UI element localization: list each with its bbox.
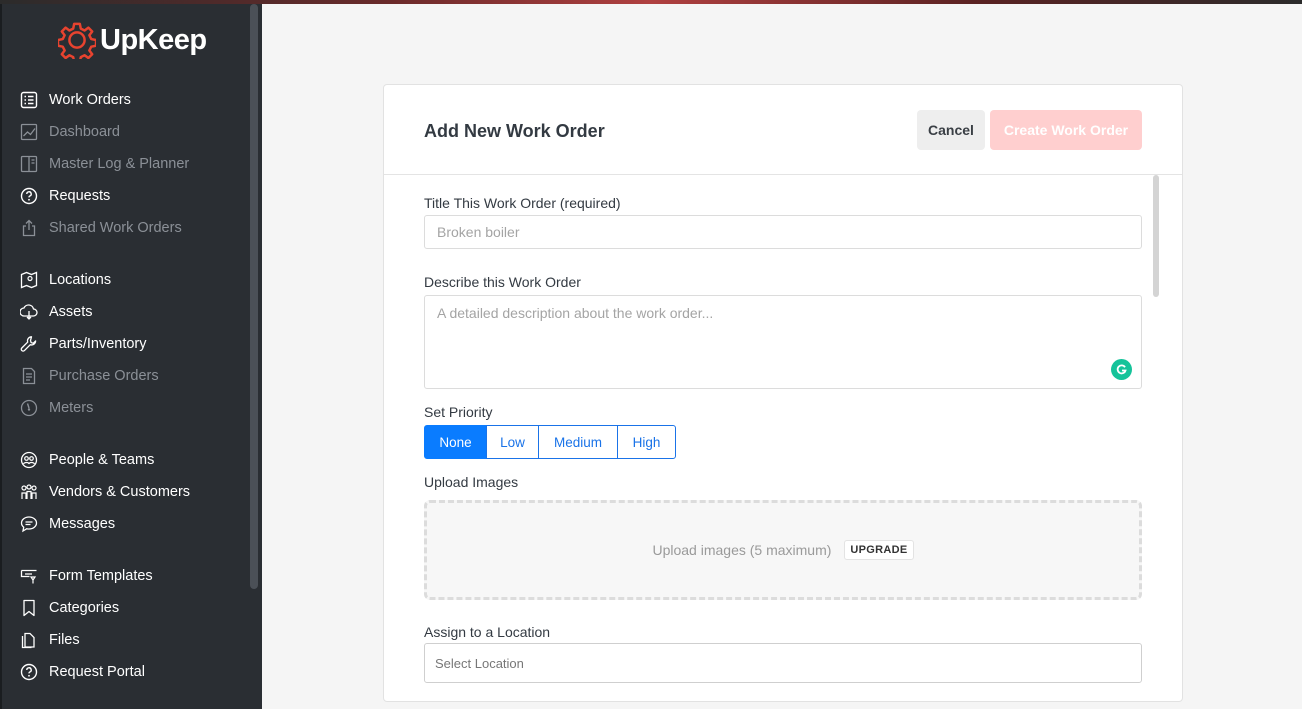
sidebar-item-label: Parts/Inventory — [49, 336, 147, 352]
sidebar-item-messages[interactable]: Messages — [20, 511, 115, 537]
sidebar-item-files[interactable]: Files — [20, 627, 80, 653]
sidebar-item-label: Purchase Orders — [49, 368, 159, 384]
sidebar-item-label: Meters — [49, 400, 94, 416]
share-icon — [20, 219, 38, 237]
upload-hint: Upload images (5 maximum) — [652, 542, 832, 558]
files-icon — [20, 631, 38, 649]
asset-icon — [20, 303, 38, 321]
sidebar-item-label: Files — [49, 632, 80, 648]
sidebar-item-label: Request Portal — [49, 664, 145, 680]
sidebar-item-categories[interactable]: Categories — [20, 595, 119, 621]
add-work-order-card: Add New Work Order Cancel Create Work Or… — [383, 84, 1183, 702]
card-header: Add New Work Order Cancel Create Work Or… — [384, 85, 1182, 175]
logo-text: UpKeep — [100, 23, 207, 56]
sidebar-item-label: Work Orders — [49, 92, 131, 108]
sidebar-item-master-log[interactable]: Master Log & Planner — [20, 151, 189, 177]
vendors-icon — [20, 483, 38, 501]
upload-images-label: Upload Images — [424, 474, 519, 490]
sidebar-item-label: Categories — [49, 600, 120, 616]
sidebar-item-assets[interactable]: Assets — [20, 299, 93, 325]
sidebar-item-label: Messages — [49, 516, 116, 532]
sidebar-item-vendors-customers[interactable]: Vendors & Customers — [20, 479, 190, 505]
sidebar-item-request-portal[interactable]: Request Portal — [20, 659, 145, 685]
sidebar-item-dashboard[interactable]: Dashboard — [20, 119, 120, 145]
location-label: Assign to a Location — [424, 624, 551, 640]
sidebar-item-label: Shared Work Orders — [49, 220, 182, 236]
upgrade-badge[interactable]: UPGRADE — [844, 540, 914, 560]
priority-high-button[interactable]: High — [617, 425, 676, 459]
sidebar-item-label: People & Teams — [49, 452, 155, 468]
sidebar-item-shared-work-orders[interactable]: Shared Work Orders — [20, 215, 182, 241]
people-icon — [20, 451, 38, 469]
map-icon — [20, 271, 38, 289]
meter-icon — [20, 399, 38, 417]
sidebar-item-label: Assets — [49, 304, 93, 320]
planner-icon — [20, 155, 38, 173]
gear-logo-icon — [58, 22, 96, 59]
image-upload-dropzone[interactable]: Upload images (5 maximum) UPGRADE — [424, 500, 1142, 600]
sidebar-item-work-orders[interactable]: Work Orders — [20, 87, 131, 113]
location-select-placeholder: Select Location — [435, 655, 524, 671]
wrench-icon — [20, 335, 38, 353]
priority-button-group: None Low Medium High — [424, 425, 676, 459]
sidebar-item-requests[interactable]: Requests — [20, 183, 110, 209]
chart-icon — [20, 123, 38, 141]
chat-icon — [20, 515, 38, 533]
title-label: Title This Work Order (required) — [424, 195, 621, 211]
question-icon — [20, 663, 38, 681]
sidebar-item-locations[interactable]: Locations — [20, 267, 111, 293]
sidebar-item-label: Master Log & Planner — [49, 156, 190, 172]
sidebar-item-purchase-orders[interactable]: Purchase Orders — [20, 363, 159, 389]
description-label: Describe this Work Order — [424, 274, 581, 290]
cancel-button[interactable]: Cancel — [917, 110, 985, 150]
form-icon — [20, 567, 38, 585]
sidebar-item-label: Dashboard — [49, 124, 120, 140]
priority-label: Set Priority — [424, 404, 493, 420]
form-scrollbar[interactable] — [1153, 175, 1159, 297]
sidebar-item-meters[interactable]: Meters — [20, 395, 93, 421]
priority-low-button[interactable]: Low — [486, 425, 539, 459]
sidebar-item-label: Vendors & Customers — [49, 484, 191, 500]
list-icon — [20, 91, 38, 109]
priority-none-button[interactable]: None — [424, 425, 487, 459]
bookmark-icon — [20, 599, 38, 617]
sidebar-item-parts-inventory[interactable]: Parts/Inventory — [20, 331, 147, 357]
description-textarea[interactable] — [424, 295, 1142, 389]
sidebar-edge — [0, 4, 2, 709]
sidebar-item-label: Form Templates — [49, 568, 153, 584]
grammarly-icon[interactable] — [1111, 359, 1132, 380]
sidebar-item-label: Requests — [49, 188, 111, 204]
question-icon — [20, 187, 38, 205]
document-icon — [20, 367, 38, 385]
upkeep-logo[interactable]: UpKeep — [58, 20, 207, 60]
sidebar-item-people-teams[interactable]: People & Teams — [20, 447, 154, 473]
title-input[interactable] — [424, 215, 1142, 249]
priority-medium-button[interactable]: Medium — [538, 425, 618, 459]
location-select[interactable]: Select Location — [424, 643, 1142, 683]
sidebar-scrollbar[interactable] — [250, 4, 258, 589]
sidebar-item-form-templates[interactable]: Form Templates — [20, 563, 153, 589]
sidebar-item-label: Locations — [49, 272, 112, 288]
page-title: Add New Work Order — [424, 121, 605, 141]
create-work-order-button[interactable]: Create Work Order — [990, 110, 1142, 150]
